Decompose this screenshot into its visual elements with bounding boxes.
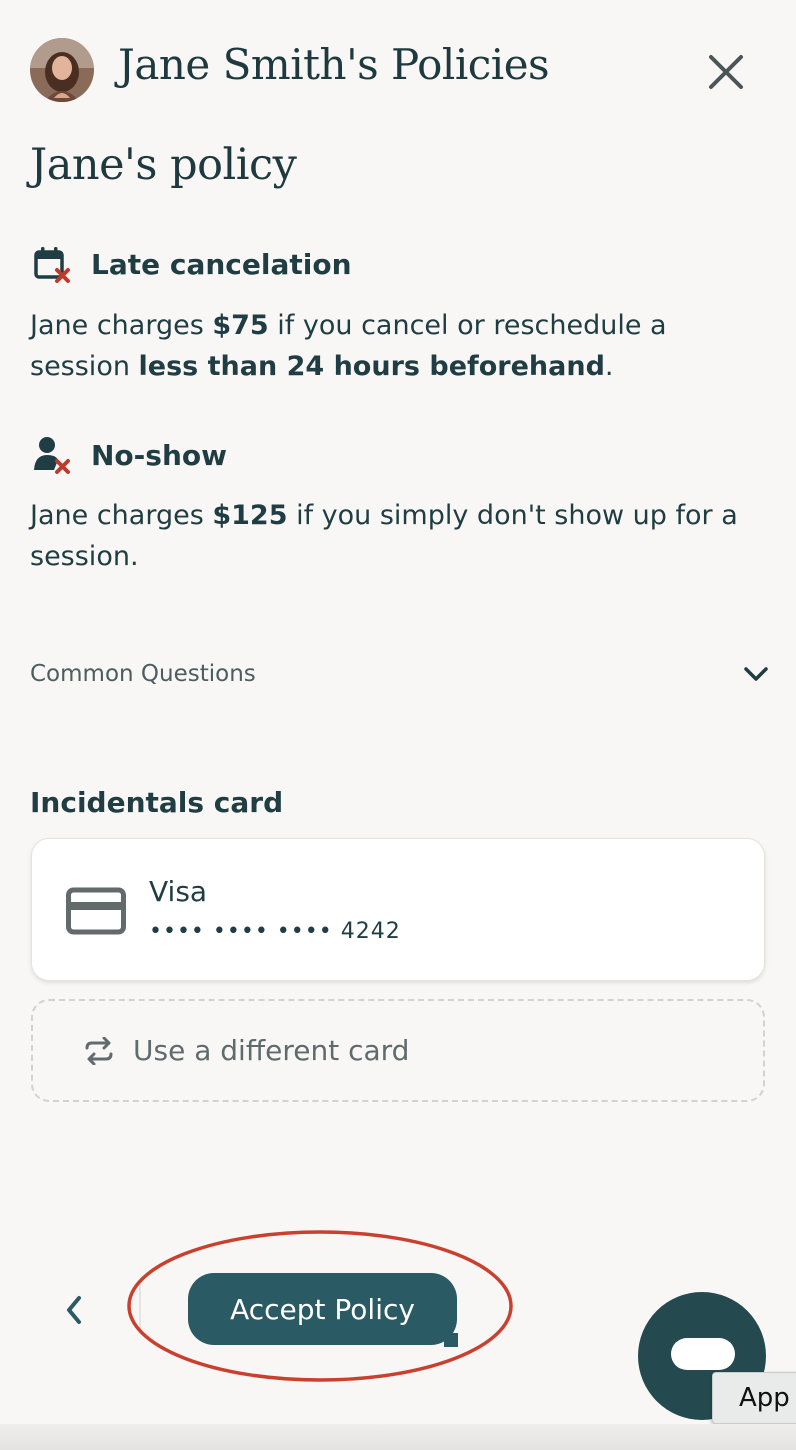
late-cancelation-text: Jane charges $75 if you cancel or resche… (30, 310, 667, 382)
policy-heading: Jane's policy (30, 140, 297, 190)
person-cancel-icon (32, 434, 74, 476)
avatar (30, 38, 94, 102)
annotation-circle (127, 1230, 513, 1382)
chevron-left-icon (67, 1296, 81, 1324)
common-questions-toggle[interactable]: Common Questions (30, 656, 770, 692)
page-title: Jane Smith's Policies (118, 40, 550, 89)
no-show-title: No-show (91, 439, 227, 472)
close-button[interactable] (700, 46, 752, 98)
card-number: •••• •••• •••• 4242 (149, 919, 401, 944)
card-brand: Visa (149, 875, 208, 908)
use-different-card-label: Use a different card (133, 1034, 410, 1067)
app-tab[interactable]: App (712, 1372, 796, 1424)
calendar-cancel-icon (32, 244, 74, 286)
incidentals-title: Incidentals card (30, 786, 284, 819)
common-questions-label: Common Questions (30, 661, 256, 687)
use-different-card-button[interactable]: Use a different card (31, 999, 765, 1102)
credit-card-icon (66, 887, 126, 935)
close-icon (709, 55, 743, 89)
chevron-down-icon (744, 667, 768, 681)
late-cancelation-title: Late cancelation (91, 248, 352, 281)
bottom-edge (0, 1424, 796, 1450)
no-show-text: Jane charges $125 if you simply don't sh… (30, 500, 738, 572)
selected-card[interactable]: Visa •••• •••• •••• 4242 (31, 838, 765, 981)
chat-icon (671, 1338, 735, 1370)
swap-icon (85, 1036, 113, 1065)
back-button[interactable] (54, 1288, 94, 1332)
